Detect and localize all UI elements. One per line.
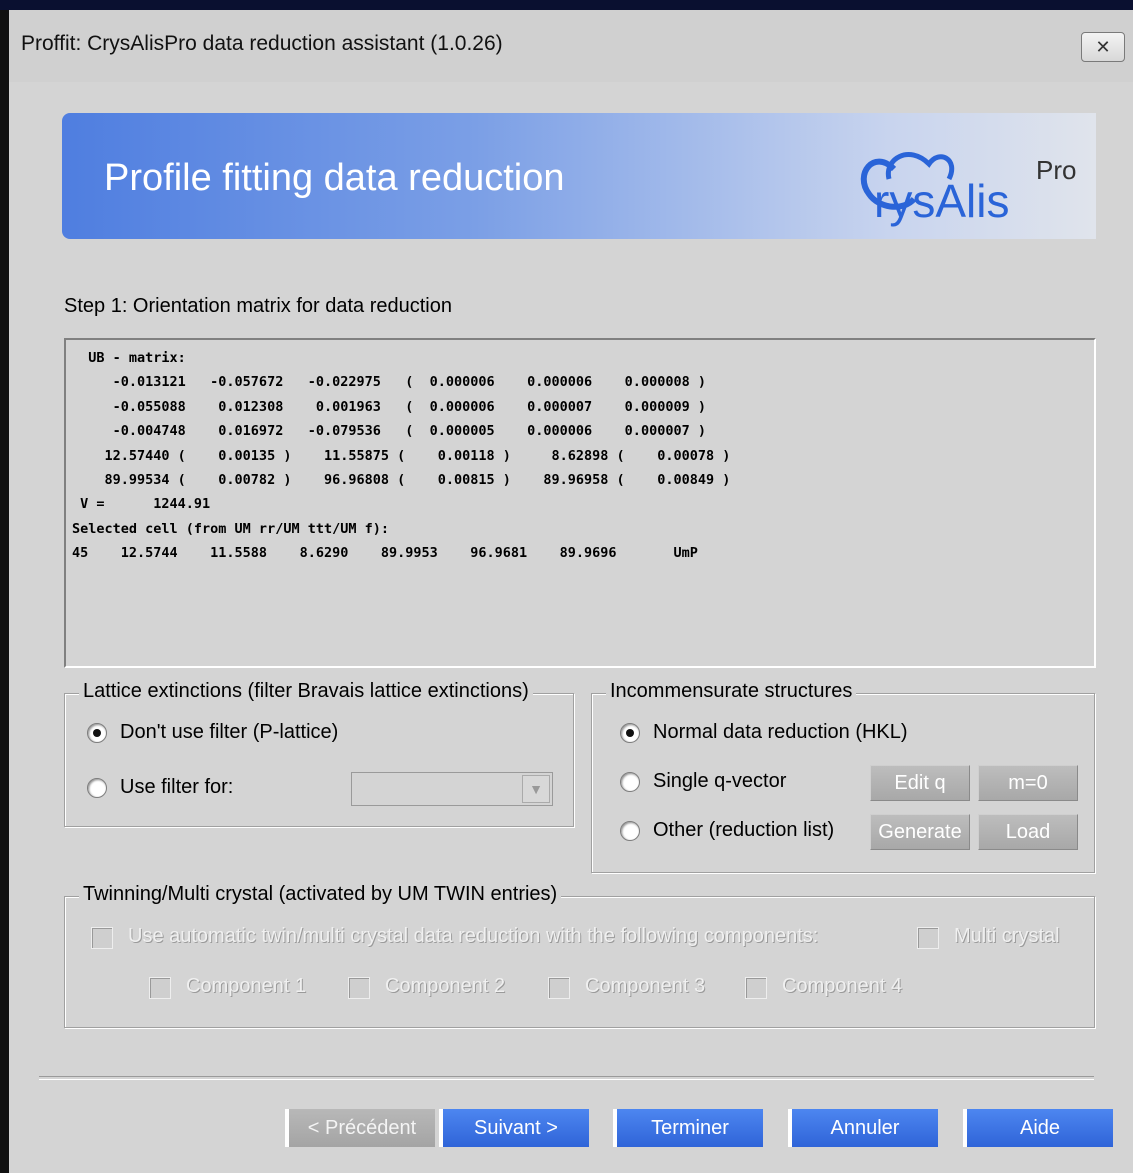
- logo-pro: Pro: [1036, 155, 1076, 185]
- matrix-line: 12.57440 ( 0.00135 ) 11.55875 ( 0.00118 …: [72, 447, 731, 464]
- component-4-label: Component 4: [782, 975, 903, 997]
- header-banner: Profile fitting data reduction rysAlis P…: [62, 113, 1096, 239]
- close-icon: ✕: [1095, 37, 1111, 57]
- finish-button[interactable]: Terminer: [613, 1109, 763, 1147]
- title-bar: Proffit: CrysAlisPro data reduction assi…: [9, 10, 1133, 82]
- twinning-group: Twinning/Multi crystal (activated by UM …: [64, 883, 1095, 1028]
- component-2-checkbox[interactable]: [348, 977, 370, 999]
- radio-other-reduction[interactable]: [620, 821, 640, 841]
- twinning-group-title: Twinning/Multi crystal (activated by UM …: [79, 883, 562, 906]
- chevron-down-icon[interactable]: ▼: [522, 775, 550, 803]
- matrix-line: -0.013121 -0.057672 -0.022975 ( 0.000006…: [72, 374, 706, 391]
- component-1-label: Component 1: [186, 975, 307, 997]
- label-normal-reduction: Normal data reduction (HKL): [653, 721, 908, 743]
- label-single-q: Single q-vector: [653, 770, 787, 792]
- logo-wordmark: rysAlis: [874, 175, 1009, 227]
- component-2-label: Component 2: [385, 975, 506, 997]
- radio-normal-reduction[interactable]: [620, 723, 640, 743]
- matrix-line: -0.004748 0.016972 -0.079536 ( 0.000005 …: [72, 423, 706, 440]
- matrix-line: 89.99534 ( 0.00782 ) 96.96808 ( 0.00815 …: [72, 472, 731, 489]
- next-button[interactable]: Suivant >: [439, 1109, 589, 1147]
- label-no-filter: Don't use filter (P-lattice): [120, 721, 339, 743]
- auto-twin-label: Use automatic twin/multi crystal data re…: [128, 925, 819, 947]
- cancel-button[interactable]: Annuler: [788, 1109, 938, 1147]
- m0-button[interactable]: m=0: [978, 765, 1078, 801]
- dialog-window: Proffit: CrysAlisPro data reduction assi…: [9, 10, 1133, 1173]
- edit-q-button[interactable]: Edit q: [870, 765, 970, 801]
- radio-use-filter[interactable]: [87, 778, 107, 798]
- incommensurate-group-title: Incommensurate structures: [606, 680, 857, 703]
- matrix-line: 45 12.5744 11.5588 8.6290 89.9953 96.968…: [72, 545, 698, 562]
- incommensurate-group: Incommensurate structures Normal data re…: [591, 680, 1095, 873]
- desktop-left-edge: [0, 10, 9, 1173]
- generate-button[interactable]: Generate: [870, 814, 970, 850]
- auto-twin-checkbox[interactable]: [91, 927, 113, 949]
- multi-crystal-checkbox[interactable]: [917, 927, 939, 949]
- component-4-checkbox[interactable]: [745, 977, 767, 999]
- separator: [39, 1076, 1094, 1080]
- label-use-filter: Use filter for:: [120, 776, 234, 798]
- ub-matrix-text: UB - matrix: -0.013121 -0.057672 -0.0229…: [64, 338, 1096, 668]
- radio-single-q[interactable]: [620, 772, 640, 792]
- load-button[interactable]: Load: [978, 814, 1078, 850]
- label-other-reduction: Other (reduction list): [653, 819, 835, 841]
- filter-select[interactable]: ▼: [351, 772, 553, 806]
- matrix-line: V = 1244.91: [72, 496, 211, 513]
- radio-no-filter[interactable]: [87, 723, 107, 743]
- crysalis-logo: rysAlis Pro: [860, 152, 1076, 227]
- banner-title: Profile fitting data reduction: [104, 157, 565, 199]
- component-3-checkbox[interactable]: [548, 977, 570, 999]
- previous-button[interactable]: < Précédent: [285, 1109, 435, 1147]
- multi-crystal-label: Multi crystal: [954, 925, 1060, 947]
- component-3-label: Component 3: [585, 975, 706, 997]
- lattice-group: Lattice extinctions (filter Bravais latt…: [64, 680, 574, 827]
- step-label: Step 1: Orientation matrix for data redu…: [64, 295, 452, 317]
- matrix-line: -0.055088 0.012308 0.001963 ( 0.000006 0…: [72, 398, 706, 415]
- component-1-checkbox[interactable]: [149, 977, 171, 999]
- matrix-line: Selected cell (from UM rr/UM ttt/UM f):: [72, 520, 389, 537]
- lattice-group-title: Lattice extinctions (filter Bravais latt…: [79, 680, 533, 703]
- window-title: Proffit: CrysAlisPro data reduction assi…: [21, 32, 503, 55]
- matrix-line: UB - matrix:: [72, 350, 186, 366]
- desktop-top-strip: [0, 0, 1133, 10]
- help-button[interactable]: Aide: [963, 1109, 1113, 1147]
- close-button[interactable]: ✕: [1081, 32, 1125, 62]
